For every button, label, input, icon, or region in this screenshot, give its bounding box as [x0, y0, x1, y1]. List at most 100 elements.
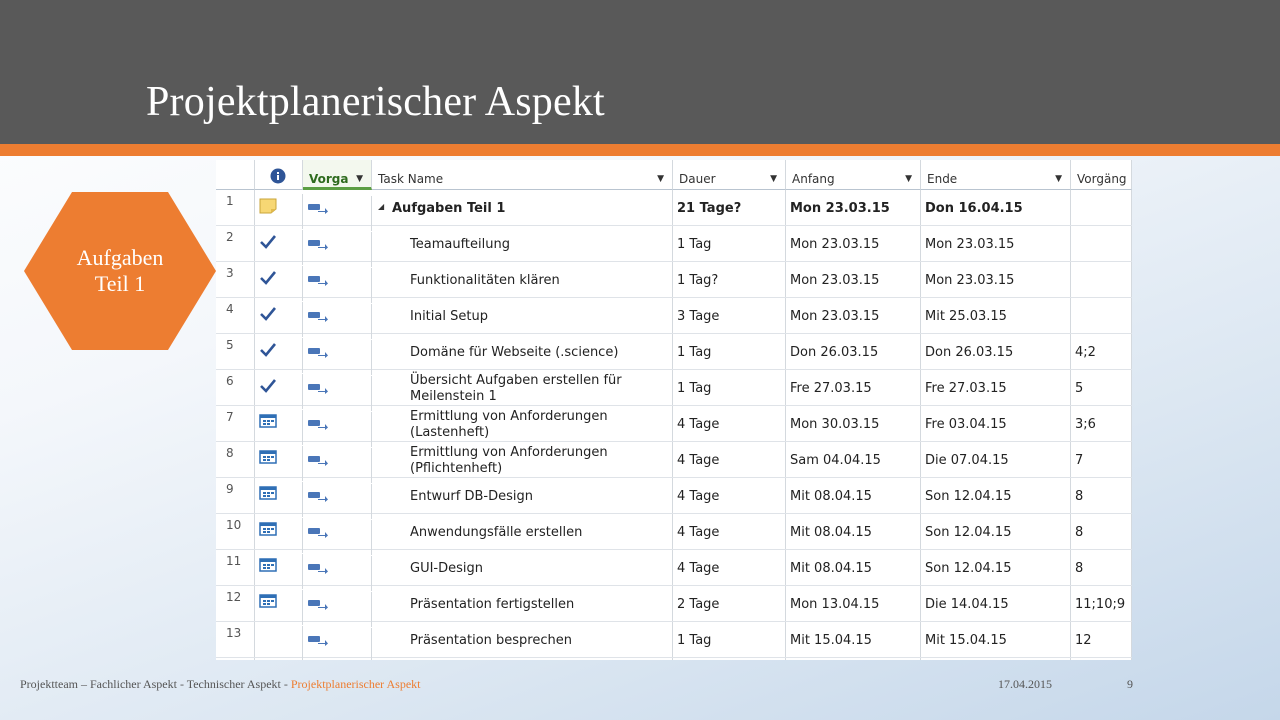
table-row[interactable]: 11 GUI-Design 4 Tage Mit 08.04.15 Son 12.04.… — [216, 550, 1132, 591]
table-row[interactable]: 1 ◢ Aufgaben Teil 1 21 Tage? Mon 23.03.15 Don… — [216, 190, 1132, 231]
indicator-cell[interactable] — [255, 554, 303, 589]
start-cell[interactable]: Mon 23.03.15 — [786, 226, 921, 261]
indicator-cell[interactable] — [255, 338, 303, 373]
start-cell[interactable]: Mit 08.04.15 — [786, 550, 921, 585]
table-row[interactable]: 9 Entwurf DB-Design 4 Tage Mit 08.04.15 Son … — [216, 478, 1132, 519]
start-cell[interactable]: Mon 23.03.15 — [786, 262, 921, 297]
pred-cell[interactable]: 5 — [1071, 370, 1132, 405]
duration-cell[interactable]: 0 Tage — [673, 658, 786, 660]
row-id-cell[interactable]: 12 — [216, 586, 255, 621]
end-cell[interactable]: Don 26.03.15 — [921, 334, 1071, 369]
pred-cell[interactable]: 12 — [1071, 622, 1132, 657]
duration-cell[interactable]: 3 Tage — [673, 298, 786, 333]
task-name-cell[interactable]: GUI-Design — [372, 550, 673, 585]
indicator-cell[interactable] — [255, 482, 303, 517]
row-id-cell[interactable]: 2 — [216, 226, 255, 261]
pred-cell[interactable] — [1071, 190, 1132, 225]
indicator-cell[interactable] — [255, 410, 303, 445]
end-cell[interactable]: Son 12.04.15 — [921, 514, 1071, 549]
chevron-down-icon[interactable]: ▼ — [1055, 174, 1062, 184]
row-id-cell[interactable]: 1 — [216, 190, 255, 225]
task-name-cell[interactable]: Ermittlung von Anforderungen (Lastenheft… — [372, 406, 673, 441]
duration-cell[interactable]: 4 Tage — [673, 550, 786, 585]
chevron-down-icon[interactable]: ▼ — [905, 174, 912, 184]
pred-cell[interactable]: 8 — [1071, 550, 1132, 585]
duration-cell[interactable]: 1 Tag — [673, 370, 786, 405]
table-row[interactable]: 12 Präsentation fertigstellen 2 Tage Mon 13… — [216, 586, 1132, 627]
table-row[interactable]: 8 Ermittlung von Anforderungen (Pflichten… — [216, 442, 1132, 483]
duration-cell[interactable]: 2 Tage — [673, 586, 786, 621]
pred-cell[interactable]: 8 — [1071, 478, 1132, 513]
task-name-cell[interactable]: ◢ Aufgaben Teil 1 — [372, 190, 673, 225]
row-id-cell[interactable]: 8 — [216, 442, 255, 477]
end-cell[interactable]: Fre 27.03.15 — [921, 370, 1071, 405]
duration-cell[interactable]: 4 Tage — [673, 514, 786, 549]
duration-cell[interactable]: 1 Tag? — [673, 262, 786, 297]
chevron-down-icon[interactable]: ▼ — [657, 174, 664, 184]
table-row[interactable]: 2 Teamaufteilung 1 Tag Mon 23.03.15 Mon 23.0… — [216, 226, 1132, 267]
pred-cell[interactable] — [1071, 298, 1132, 333]
table-row[interactable]: 7 Ermittlung von Anforderungen (Lastenhef… — [216, 406, 1132, 447]
end-cell[interactable]: Die 07.04.15 — [921, 442, 1071, 477]
chevron-down-icon[interactable]: ▼ — [356, 174, 363, 184]
duration-cell[interactable]: 4 Tage — [673, 478, 786, 513]
indicator-cell[interactable] — [255, 194, 303, 229]
task-mode-cell[interactable] — [303, 628, 372, 660]
task-name-cell[interactable]: Initial Setup — [372, 298, 673, 333]
start-cell[interactable]: Mon 13.04.15 — [786, 586, 921, 621]
start-cell[interactable]: Don 26.03.15 — [786, 334, 921, 369]
row-id-cell[interactable]: 6 — [216, 370, 255, 405]
header-duration[interactable]: Dauer ▼ — [673, 160, 786, 190]
row-id-cell[interactable]: 5 — [216, 334, 255, 369]
row-id-cell[interactable]: 7 — [216, 406, 255, 441]
table-row[interactable]: 6 Übersicht Aufgaben erstellen für Meilen… — [216, 370, 1132, 411]
start-cell[interactable]: Mit 15.04.15 — [786, 622, 921, 657]
header-task-name[interactable]: Task Name ▼ — [372, 160, 673, 190]
pred-cell[interactable] — [1071, 262, 1132, 297]
pred-cell[interactable] — [1071, 226, 1132, 261]
duration-cell[interactable]: 4 Tage — [673, 406, 786, 441]
table-row[interactable]: 4 Initial Setup 3 Tage Mon 23.03.15 Mit 25.0… — [216, 298, 1132, 339]
pred-cell[interactable]: 4;2 — [1071, 334, 1132, 369]
duration-cell[interactable]: 4 Tage — [673, 442, 786, 477]
pred-cell[interactable]: 3;6 — [1071, 406, 1132, 441]
header-start[interactable]: Anfang ▼ — [786, 160, 921, 190]
indicator-cell[interactable] — [255, 374, 303, 409]
task-name-cell[interactable]: Anwendungsfälle erstellen — [372, 514, 673, 549]
table-row[interactable]: 13 Präsentation besprechen 1 Tag Mit 15.04.… — [216, 622, 1132, 660]
header-mode[interactable]: Vorga ▼ — [303, 160, 372, 190]
end-cell[interactable]: Die 14.04.15 — [921, 586, 1071, 621]
pred-cell[interactable]: 13 — [1071, 658, 1132, 660]
duration-cell[interactable]: 1 Tag — [673, 334, 786, 369]
end-cell[interactable]: Don 16.04.15 — [921, 190, 1071, 225]
table-row[interactable]: 3 Funktionalitäten klären 1 Tag? Mon 23.03.… — [216, 262, 1132, 303]
indicator-cell[interactable] — [255, 446, 303, 481]
collapse-icon[interactable]: ◢ — [378, 202, 384, 211]
row-id-cell[interactable]: 13 — [216, 622, 255, 657]
task-name-cell[interactable]: Präsentation besprechen — [372, 622, 673, 657]
pred-cell[interactable]: 8 — [1071, 514, 1132, 549]
pred-cell[interactable]: 11;10;9 — [1071, 586, 1132, 621]
duration-cell[interactable]: 1 Tag — [673, 622, 786, 657]
task-name-cell[interactable]: Meilenstein 1 - Präsentation — [372, 658, 673, 660]
indicator-cell[interactable] — [255, 518, 303, 553]
task-name-cell[interactable]: Übersicht Aufgaben erstellen für Meilens… — [372, 370, 673, 405]
start-cell[interactable]: Mon 30.03.15 — [786, 406, 921, 441]
header-info[interactable] — [255, 160, 303, 190]
start-cell[interactable]: Mit 08.04.15 — [786, 514, 921, 549]
indicator-cell[interactable] — [255, 590, 303, 625]
end-cell[interactable]: Son 12.04.15 — [921, 550, 1071, 585]
end-cell[interactable]: Son 12.04.15 — [921, 478, 1071, 513]
start-cell[interactable]: Fre 27.03.15 — [786, 370, 921, 405]
row-id-cell[interactable]: 10 — [216, 514, 255, 549]
start-cell[interactable]: Mon 23.03.15 — [786, 190, 921, 225]
row-id-cell[interactable]: 9 — [216, 478, 255, 513]
end-cell[interactable]: Don 16.04.15 — [921, 658, 1071, 660]
row-id-cell[interactable]: 3 — [216, 262, 255, 297]
indicator-cell[interactable] — [255, 302, 303, 337]
start-cell[interactable]: Mit 08.04.15 — [786, 478, 921, 513]
end-cell[interactable]: Mon 23.03.15 — [921, 226, 1071, 261]
header-predecessors[interactable]: Vorgäng — [1071, 160, 1132, 190]
table-row[interactable]: 10 Anwendungsfälle erstellen 4 Tage Mit 08.… — [216, 514, 1132, 555]
indicator-cell[interactable] — [255, 266, 303, 301]
